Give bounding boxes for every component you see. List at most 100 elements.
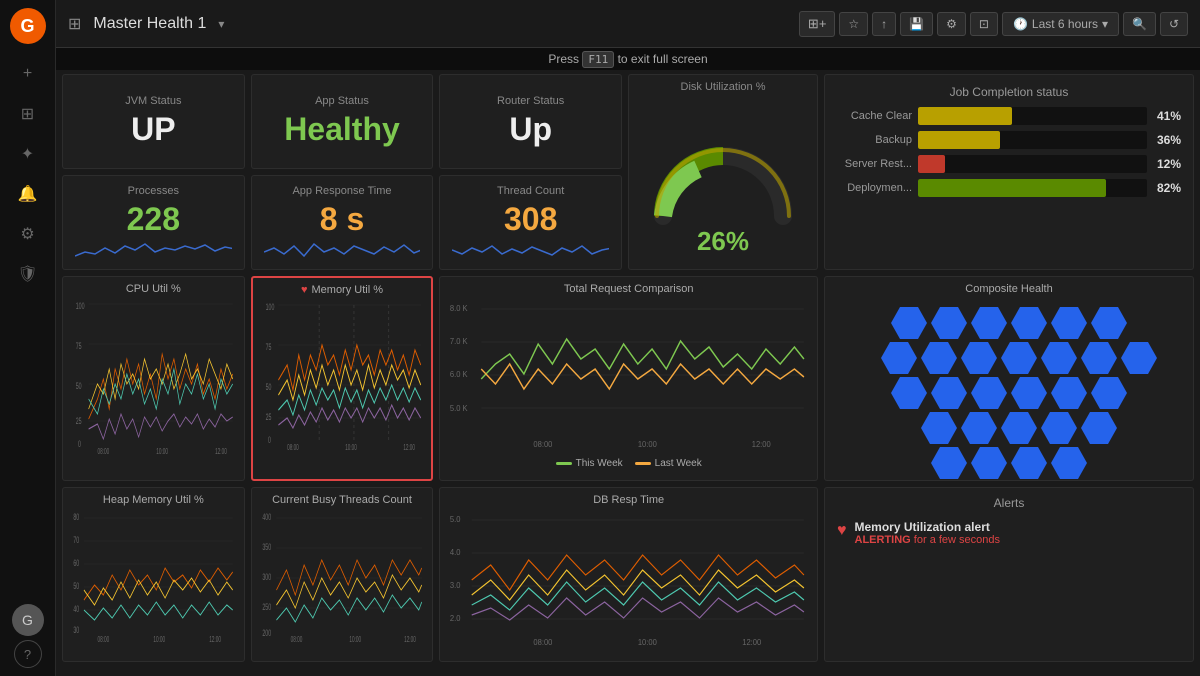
- composite-health-card: Composite Health: [824, 276, 1194, 481]
- cpu-util-chart: CPU Util % 100 75 50 25 0 08:00 10:00 12…: [62, 276, 245, 481]
- hex-cell: [1081, 342, 1117, 374]
- svg-text:350: 350: [262, 541, 271, 552]
- svg-text:25: 25: [76, 415, 82, 426]
- gauge-container: 26%: [629, 93, 817, 269]
- sidebar-avatar[interactable]: G: [12, 604, 44, 636]
- router-title: Router Status: [497, 95, 564, 107]
- svg-text:08:00: 08:00: [534, 440, 554, 449]
- dashboard-grid: JVM Status UP App Status Healthy Router …: [56, 68, 1200, 676]
- thread-sparkline: [452, 238, 609, 260]
- job-bar: [918, 131, 1000, 149]
- hex-cell: [1011, 307, 1047, 339]
- job-label: Cache Clear: [837, 110, 912, 122]
- settings-button[interactable]: ⚙: [937, 12, 966, 36]
- app-value: Healthy: [284, 111, 400, 148]
- svg-text:10:00: 10:00: [156, 448, 168, 457]
- composite-title: Composite Health: [965, 283, 1052, 295]
- job-pct: 82%: [1157, 181, 1181, 195]
- job-pct: 41%: [1157, 109, 1181, 123]
- busy-threads-chart: Current Busy Threads Count 400 350 300 2…: [251, 487, 434, 662]
- refresh-button[interactable]: ↺: [1160, 12, 1188, 36]
- sidebar-item-explore[interactable]: ✦: [8, 136, 48, 172]
- busythreads-title: Current Busy Threads Count: [260, 494, 425, 506]
- hex-cell: [1001, 412, 1037, 444]
- sidebar-item-help[interactable]: ?: [14, 640, 42, 668]
- share-button[interactable]: ↑: [872, 12, 896, 36]
- save-button[interactable]: 💾: [900, 12, 933, 36]
- svg-text:2.0: 2.0: [450, 614, 461, 623]
- fullscreen-notice: Press F11 to exit full screen: [56, 48, 1200, 70]
- job-title: Job Completion status: [837, 85, 1181, 99]
- last-week-label: Last Week: [655, 458, 702, 469]
- time-picker[interactable]: 🕐 Last 6 hours ▾: [1002, 12, 1119, 36]
- alert-content: Memory Utilization alert ALERTING for a …: [855, 520, 1001, 546]
- heap-title: Heap Memory Util %: [71, 494, 236, 506]
- sidebar-item-add[interactable]: +: [8, 56, 48, 92]
- hex-cell: [1091, 377, 1127, 409]
- clock-icon: 🕐: [1013, 17, 1028, 31]
- appres-value: 8 s: [320, 201, 364, 238]
- star-button[interactable]: ☆: [839, 12, 868, 36]
- svg-text:5.0: 5.0: [450, 515, 461, 524]
- svg-text:7.0 K: 7.0 K: [450, 337, 468, 346]
- hex-row: [931, 447, 1087, 479]
- svg-text:75: 75: [265, 341, 271, 352]
- main-content: Press F11 to exit full screen JVM Status…: [56, 48, 1200, 676]
- alerting-label: ALERTING: [855, 534, 911, 546]
- svg-text:50: 50: [73, 580, 79, 591]
- dbresp-title: DB Resp Time: [448, 494, 809, 506]
- topbar: ⊞ Master Health 1 ▾ ⊞+ ☆ ↑ 💾 ⚙ ⊡ 🕐 Last …: [56, 0, 1200, 48]
- job-label: Backup: [837, 134, 912, 146]
- heap-memory-chart: Heap Memory Util % 80 70 60 50 40 30 08:…: [62, 487, 245, 662]
- this-week-label: This Week: [576, 458, 623, 469]
- svg-text:70: 70: [73, 534, 79, 545]
- last-week-dot: [635, 462, 651, 465]
- zoom-out-button[interactable]: 🔍: [1123, 12, 1156, 36]
- alert-title: Memory Utilization alert: [855, 520, 1001, 534]
- hex-cell: [1051, 307, 1087, 339]
- sidebar-item-shield[interactable]: 🛡: [8, 256, 48, 292]
- sidebar-item-dashboard[interactable]: ⊞: [8, 96, 48, 132]
- gauge-svg: [643, 131, 803, 231]
- thread-value: 308: [504, 201, 557, 238]
- jvm-value: UP: [131, 111, 175, 148]
- topbar-grid-icon: ⊞: [68, 14, 81, 34]
- svg-text:10:00: 10:00: [638, 440, 658, 449]
- tv-button[interactable]: ⊡: [970, 12, 998, 36]
- svg-text:10:00: 10:00: [345, 444, 357, 453]
- legend-this-week: This Week: [556, 458, 623, 469]
- sidebar-bottom: G ?: [12, 604, 44, 668]
- app-status-card: App Status Healthy: [251, 74, 434, 169]
- job-bar-bg: [918, 131, 1147, 149]
- add-panel-button[interactable]: ⊞+: [799, 11, 835, 37]
- db-resp-chart: DB Resp Time 5.0 4.0 3.0 2.0 08:00 10:00…: [439, 487, 818, 662]
- job-row: Deploymen... 82%: [837, 179, 1181, 197]
- thread-title: Thread Count: [497, 185, 564, 197]
- hex-row: [921, 412, 1117, 444]
- hex-cell: [1091, 307, 1127, 339]
- svg-text:12:00: 12:00: [215, 448, 227, 457]
- job-pct: 36%: [1157, 133, 1181, 147]
- svg-text:08:00: 08:00: [290, 636, 302, 645]
- sidebar: G + ⊞ ✦ 🔔 ⚙ 🛡 G ?: [0, 0, 56, 676]
- hex-cell: [1041, 412, 1077, 444]
- total-request-card: Total Request Comparison 8.0 K 7.0 K 6.0…: [439, 276, 818, 481]
- memory-util-chart: ♥ Memory Util % 100 75 50 25 0: [251, 276, 434, 481]
- appres-spark-svg: [264, 238, 421, 260]
- sidebar-item-alerts[interactable]: 🔔: [8, 176, 48, 212]
- router-status-card: Router Status Up: [439, 74, 622, 169]
- sidebar-item-settings[interactable]: ⚙: [8, 216, 48, 252]
- hex-cell: [931, 307, 967, 339]
- alert-item: ♥ Memory Utilization alert ALERTING for …: [837, 520, 1181, 546]
- hex-grid: [853, 299, 1165, 481]
- svg-text:200: 200: [262, 627, 271, 638]
- app-title: App Status: [315, 95, 369, 107]
- alert-heart-icon: ♥: [837, 522, 847, 540]
- svg-text:40: 40: [73, 603, 79, 614]
- disk-title: Disk Utilization %: [681, 75, 766, 93]
- svg-text:8.0 K: 8.0 K: [450, 304, 468, 313]
- topbar-caret[interactable]: ▾: [218, 17, 224, 31]
- proc-sparkline: [75, 238, 232, 260]
- alerts-title: Alerts: [837, 496, 1181, 510]
- job-rows: Cache Clear 41% Backup 36% Server Rest..…: [837, 107, 1181, 197]
